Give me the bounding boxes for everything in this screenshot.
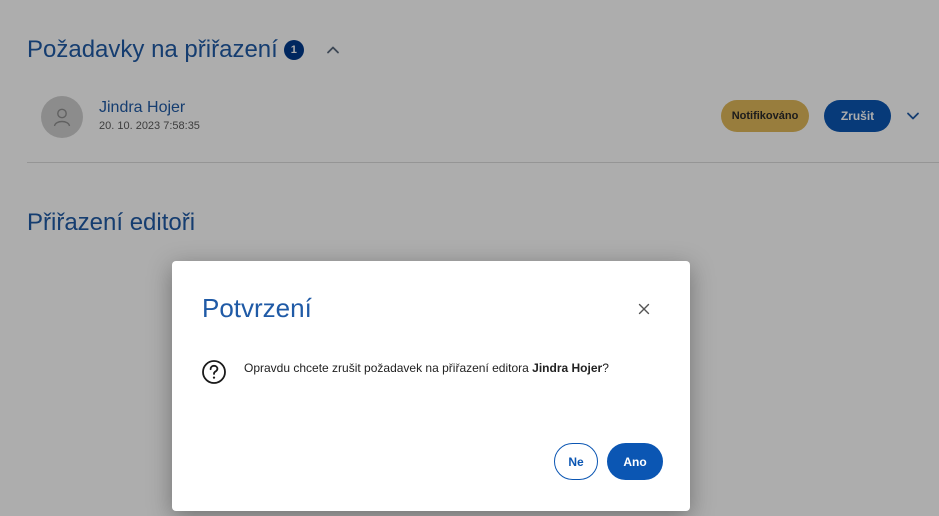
- question-circle-icon: [201, 359, 227, 385]
- dialog-message: Opravdu chcete zrušit požadavek na přiřa…: [244, 358, 644, 378]
- dialog-message-suffix: ?: [602, 361, 609, 375]
- confirm-dialog: Potvrzení Opravdu chcete zrušit požadave…: [172, 261, 690, 511]
- dialog-title: Potvrzení: [202, 293, 312, 323]
- yes-button[interactable]: Ano: [607, 443, 663, 480]
- close-icon[interactable]: [636, 301, 652, 317]
- dialog-message-name: Jindra Hojer: [532, 361, 603, 375]
- dialog-message-prefix: Opravdu chcete zrušit požadavek na přiřa…: [244, 361, 533, 375]
- page: Požadavky na přiřazení 1 Jindra Hojer 20…: [0, 0, 939, 516]
- no-button[interactable]: Ne: [554, 443, 598, 480]
